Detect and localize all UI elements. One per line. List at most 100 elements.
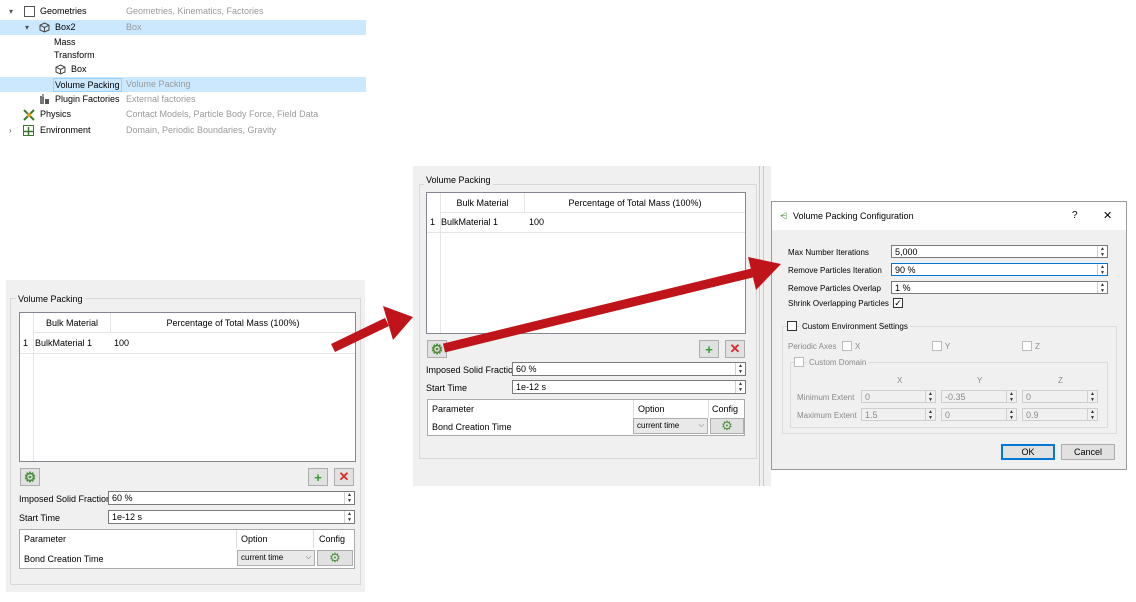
max-iterations-label: Max Number Iterations xyxy=(788,248,869,257)
option-combobox[interactable]: current time ⌵ xyxy=(633,418,708,434)
chevron-down-icon[interactable]: ▾ xyxy=(9,4,13,19)
solid-fraction-label: Imposed Solid Fraction xyxy=(426,365,519,375)
environment-icon xyxy=(23,125,34,136)
spin-arrows-icon[interactable]: ▲ ▼ xyxy=(1097,246,1107,258)
spin-arrows-icon[interactable]: ▲ ▼ xyxy=(1097,282,1107,294)
custom-environment-checkbox[interactable] xyxy=(787,321,797,331)
start-time-label: Start Time xyxy=(426,383,468,393)
axis-y-label: Y xyxy=(945,342,951,351)
solid-fraction-spinbox[interactable]: 60 % ▲ ▼ xyxy=(512,362,746,376)
geometries-icon xyxy=(24,6,35,17)
col-parameter: Parameter xyxy=(432,404,475,414)
volume-packing-panel-1: Volume Packing Bulk Material Percentage … xyxy=(6,280,365,592)
periodic-z-checkbox[interactable] xyxy=(1022,341,1032,351)
cancel-button[interactable]: Cancel xyxy=(1061,444,1115,460)
geometry-tree: ▾ Geometries Geometries, Kinematics, Fac… xyxy=(0,0,370,140)
bond-config-button[interactable]: ⚙ xyxy=(317,550,353,566)
gear-icon: ⚙ xyxy=(430,340,444,357)
remove-material-button[interactable]: ✕ xyxy=(725,340,745,358)
config-gear-button[interactable]: ⚙ xyxy=(427,340,447,358)
add-material-button[interactable]: + xyxy=(699,340,719,358)
max-extent-z[interactable]: 0.9 ▲ ▼ xyxy=(1022,408,1098,421)
solid-fraction-label: Imposed Solid Fraction xyxy=(19,494,112,504)
spin-arrows-icon[interactable]: ▲ ▼ xyxy=(1097,264,1107,276)
maximum-extent-label: Maximum Extent xyxy=(797,411,857,420)
col-option: Option xyxy=(638,404,665,414)
parameter-table: Parameter Option Config Bond Creation Ti… xyxy=(19,529,355,569)
remove-material-button[interactable]: ✕ xyxy=(334,468,354,486)
tree-item-plugin-factories[interactable]: Plugin Factories External factories xyxy=(0,92,366,107)
close-button[interactable]: ✕ xyxy=(1103,209,1112,222)
tree-item-geometries[interactable]: ▾ Geometries Geometries, Kinematics, Fac… xyxy=(0,4,366,19)
tree-item-environment[interactable]: › Environment Domain, Periodic Boundarie… xyxy=(0,123,366,138)
tree-item-physics[interactable]: Physics Contact Models, Particle Body Fo… xyxy=(0,107,366,122)
min-extent-z[interactable]: 0 ▲ ▼ xyxy=(1022,390,1098,403)
close-icon: ✕ xyxy=(729,341,741,356)
spin-arrows-icon[interactable]: ▲ ▼ xyxy=(735,381,745,393)
app-icon: ⩤ xyxy=(780,211,788,221)
bulk-material-table: Bulk Material Percentage of Total Mass (… xyxy=(19,312,356,462)
custom-domain-label: Custom Domain xyxy=(807,358,869,367)
plus-icon: + xyxy=(705,341,713,357)
chevron-down-icon: ⌵ xyxy=(698,422,704,429)
custom-environment-label: Custom Environment Settings xyxy=(800,322,910,331)
domain-col-x: X xyxy=(897,376,903,385)
solid-fraction-spinbox[interactable]: 60 % ▲ ▼ xyxy=(108,491,355,505)
dialog-titlebar: ⩤ Volume Packing Configuration ? ✕ xyxy=(772,202,1126,230)
max-extent-y[interactable]: 0 ▲ ▼ xyxy=(941,408,1017,421)
periodic-y-checkbox[interactable] xyxy=(932,341,942,351)
row-number: 1 xyxy=(23,338,29,348)
col-option: Option xyxy=(241,534,268,544)
minimum-extent-label: Minimum Extent xyxy=(797,393,855,402)
axis-z-label: Z xyxy=(1035,342,1040,351)
spin-arrows-icon[interactable]: ▲ ▼ xyxy=(344,511,354,523)
ok-button[interactable]: OK xyxy=(1001,444,1055,460)
remove-overlap-label: Remove Particles Overlap xyxy=(788,284,881,293)
spin-arrows-icon[interactable]: ▲ ▼ xyxy=(735,363,745,375)
volume-packing-config-dialog: ⩤ Volume Packing Configuration ? ✕ Max N… xyxy=(771,201,1127,470)
chevron-right-icon[interactable]: › xyxy=(9,123,12,138)
plugin-icon xyxy=(39,94,50,105)
percentage-cell[interactable]: 100 xyxy=(529,213,544,231)
min-extent-y[interactable]: -0.35 ▲ ▼ xyxy=(941,390,1017,403)
option-combobox[interactable]: current time ⌵ xyxy=(237,550,315,566)
tree-item-box[interactable]: Box xyxy=(0,62,366,77)
max-iterations-spinbox[interactable]: 5,000 ▲ ▼ xyxy=(891,245,1108,258)
gear-icon: ⚙ xyxy=(721,418,733,433)
col-percentage[interactable]: Percentage of Total Mass (100%) xyxy=(525,193,745,213)
cube-icon xyxy=(39,22,50,33)
spin-arrows-icon[interactable]: ▲ ▼ xyxy=(344,492,354,504)
domain-col-y: Y xyxy=(977,376,983,385)
col-bulk-material[interactable]: Bulk Material xyxy=(34,313,110,333)
config-gear-button[interactable]: ⚙ xyxy=(20,468,40,486)
start-time-spinbox[interactable]: 1e-12 s ▲ ▼ xyxy=(108,510,355,524)
custom-domain-checkbox[interactable] xyxy=(794,357,804,367)
tree-item-box2[interactable]: ▾ Box2 Box xyxy=(0,20,366,35)
tree-item-transform[interactable]: Transform xyxy=(0,48,366,63)
percentage-cell[interactable]: 100 xyxy=(114,334,129,352)
bond-config-button[interactable]: ⚙ xyxy=(710,418,744,434)
tree-item-volume-packing[interactable]: Volume Packing Volume Packing xyxy=(0,77,366,92)
periodic-x-checkbox[interactable] xyxy=(842,341,852,351)
add-material-button[interactable]: + xyxy=(308,468,328,486)
start-time-label: Start Time xyxy=(19,513,61,523)
volume-packing-panel-2: Volume Packing Bulk Material Percentage … xyxy=(413,166,771,486)
axis-x-label: X xyxy=(855,342,861,351)
gear-icon: ⚙ xyxy=(329,550,341,565)
chevron-down-icon[interactable]: ▾ xyxy=(25,20,29,35)
col-percentage[interactable]: Percentage of Total Mass (100%) xyxy=(111,313,355,333)
min-extent-x[interactable]: 0 ▲ ▼ xyxy=(861,390,936,403)
remove-iteration-spinbox[interactable]: 90 % ▲ ▼ xyxy=(891,263,1108,276)
bulk-material-cell[interactable]: BulkMaterial 1 xyxy=(441,213,498,231)
start-time-spinbox[interactable]: 1e-12 s ▲ ▼ xyxy=(512,380,746,394)
periodic-axes-label: Periodic Axes xyxy=(788,342,837,351)
bulk-material-cell[interactable]: BulkMaterial 1 xyxy=(35,334,92,352)
remove-overlap-spinbox[interactable]: 1 % ▲ ▼ xyxy=(891,281,1108,294)
help-button[interactable]: ? xyxy=(1072,210,1078,221)
max-extent-x[interactable]: 1.5 ▲ ▼ xyxy=(861,408,936,421)
plus-icon: + xyxy=(314,469,322,485)
shrink-overlapping-checkbox[interactable]: ✓ xyxy=(893,298,903,308)
remove-iteration-label: Remove Particles Iteration xyxy=(788,266,882,275)
col-bulk-material[interactable]: Bulk Material xyxy=(441,193,524,213)
col-parameter: Parameter xyxy=(24,534,67,544)
